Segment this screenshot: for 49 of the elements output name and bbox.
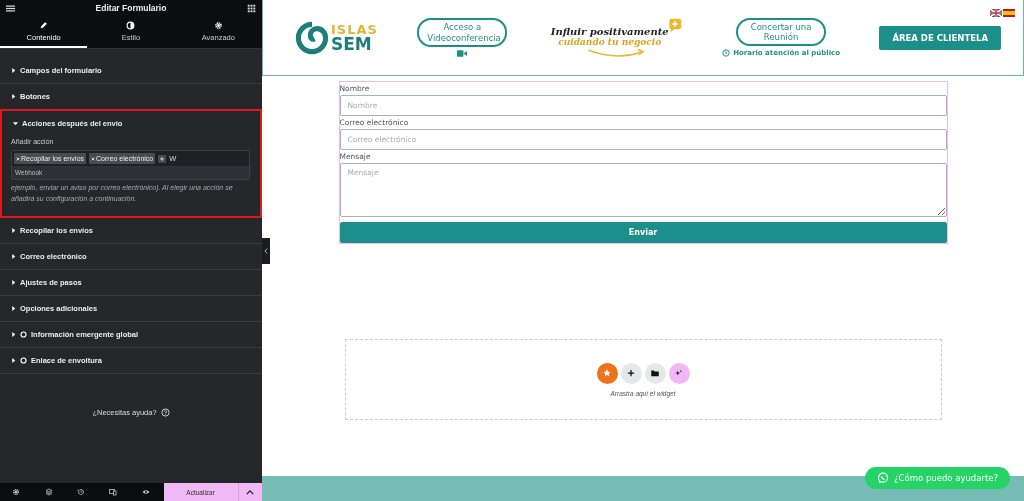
contrast-icon xyxy=(126,20,136,30)
videoconference-button[interactable]: Acceso a Videoconferencia xyxy=(417,18,508,47)
history-icon[interactable] xyxy=(76,488,85,496)
chat-bubble-icon xyxy=(877,472,890,484)
add-icon xyxy=(626,368,636,378)
camera-icon xyxy=(457,49,468,57)
slogan-drawing: Influir positivamente cuidando tu negocio xyxy=(546,18,683,57)
help-icon xyxy=(160,408,170,417)
remove-icon[interactable] xyxy=(16,156,20,161)
sparkle-icon xyxy=(674,368,684,378)
chevron-left-icon xyxy=(264,248,268,254)
caret-icon xyxy=(11,228,16,233)
meeting-button[interactable]: Concertar una Reunión xyxy=(736,17,827,47)
logo-text: ISLAS xyxy=(331,22,378,36)
folder-icon xyxy=(650,368,660,378)
chevron-up-icon xyxy=(246,489,255,495)
plus-icon xyxy=(666,18,683,34)
add-button[interactable] xyxy=(620,362,642,384)
collapse-handle[interactable] xyxy=(262,238,270,264)
caret-icon xyxy=(11,358,16,363)
settings-icon[interactable] xyxy=(12,488,21,496)
panel-title: Editar Formulario xyxy=(95,3,167,13)
caret-icon xyxy=(11,94,16,99)
star-button[interactable] xyxy=(596,362,618,384)
submit-button[interactable]: Enviar xyxy=(339,222,947,243)
menu-icon[interactable] xyxy=(6,3,15,13)
spiral-icon xyxy=(295,20,329,55)
logo-text: SEM xyxy=(331,35,372,53)
caret-icon xyxy=(11,306,16,311)
grid-icon[interactable] xyxy=(247,3,256,13)
settings-icon xyxy=(213,20,223,30)
remove-icon[interactable] xyxy=(91,156,96,161)
uk-flag-icon[interactable] xyxy=(990,9,1002,17)
move-icon[interactable] xyxy=(160,156,165,161)
client-area-button[interactable]: ÁREA DE CLIENTELA xyxy=(879,25,1001,50)
spain-flag-icon[interactable] xyxy=(1003,9,1015,17)
responsive-icon[interactable] xyxy=(109,488,118,496)
clock-icon xyxy=(722,49,731,58)
eye-icon[interactable] xyxy=(141,488,150,496)
pencil-icon xyxy=(39,20,49,30)
caret-icon xyxy=(11,332,16,337)
arrow-drawing xyxy=(586,48,647,57)
layers-icon[interactable] xyxy=(44,488,53,496)
caret-icon xyxy=(13,121,18,126)
caret-icon xyxy=(11,254,16,259)
star-icon xyxy=(602,368,612,378)
caret-icon xyxy=(11,68,16,73)
folder-button[interactable] xyxy=(644,362,666,384)
caret-icon xyxy=(11,280,16,285)
